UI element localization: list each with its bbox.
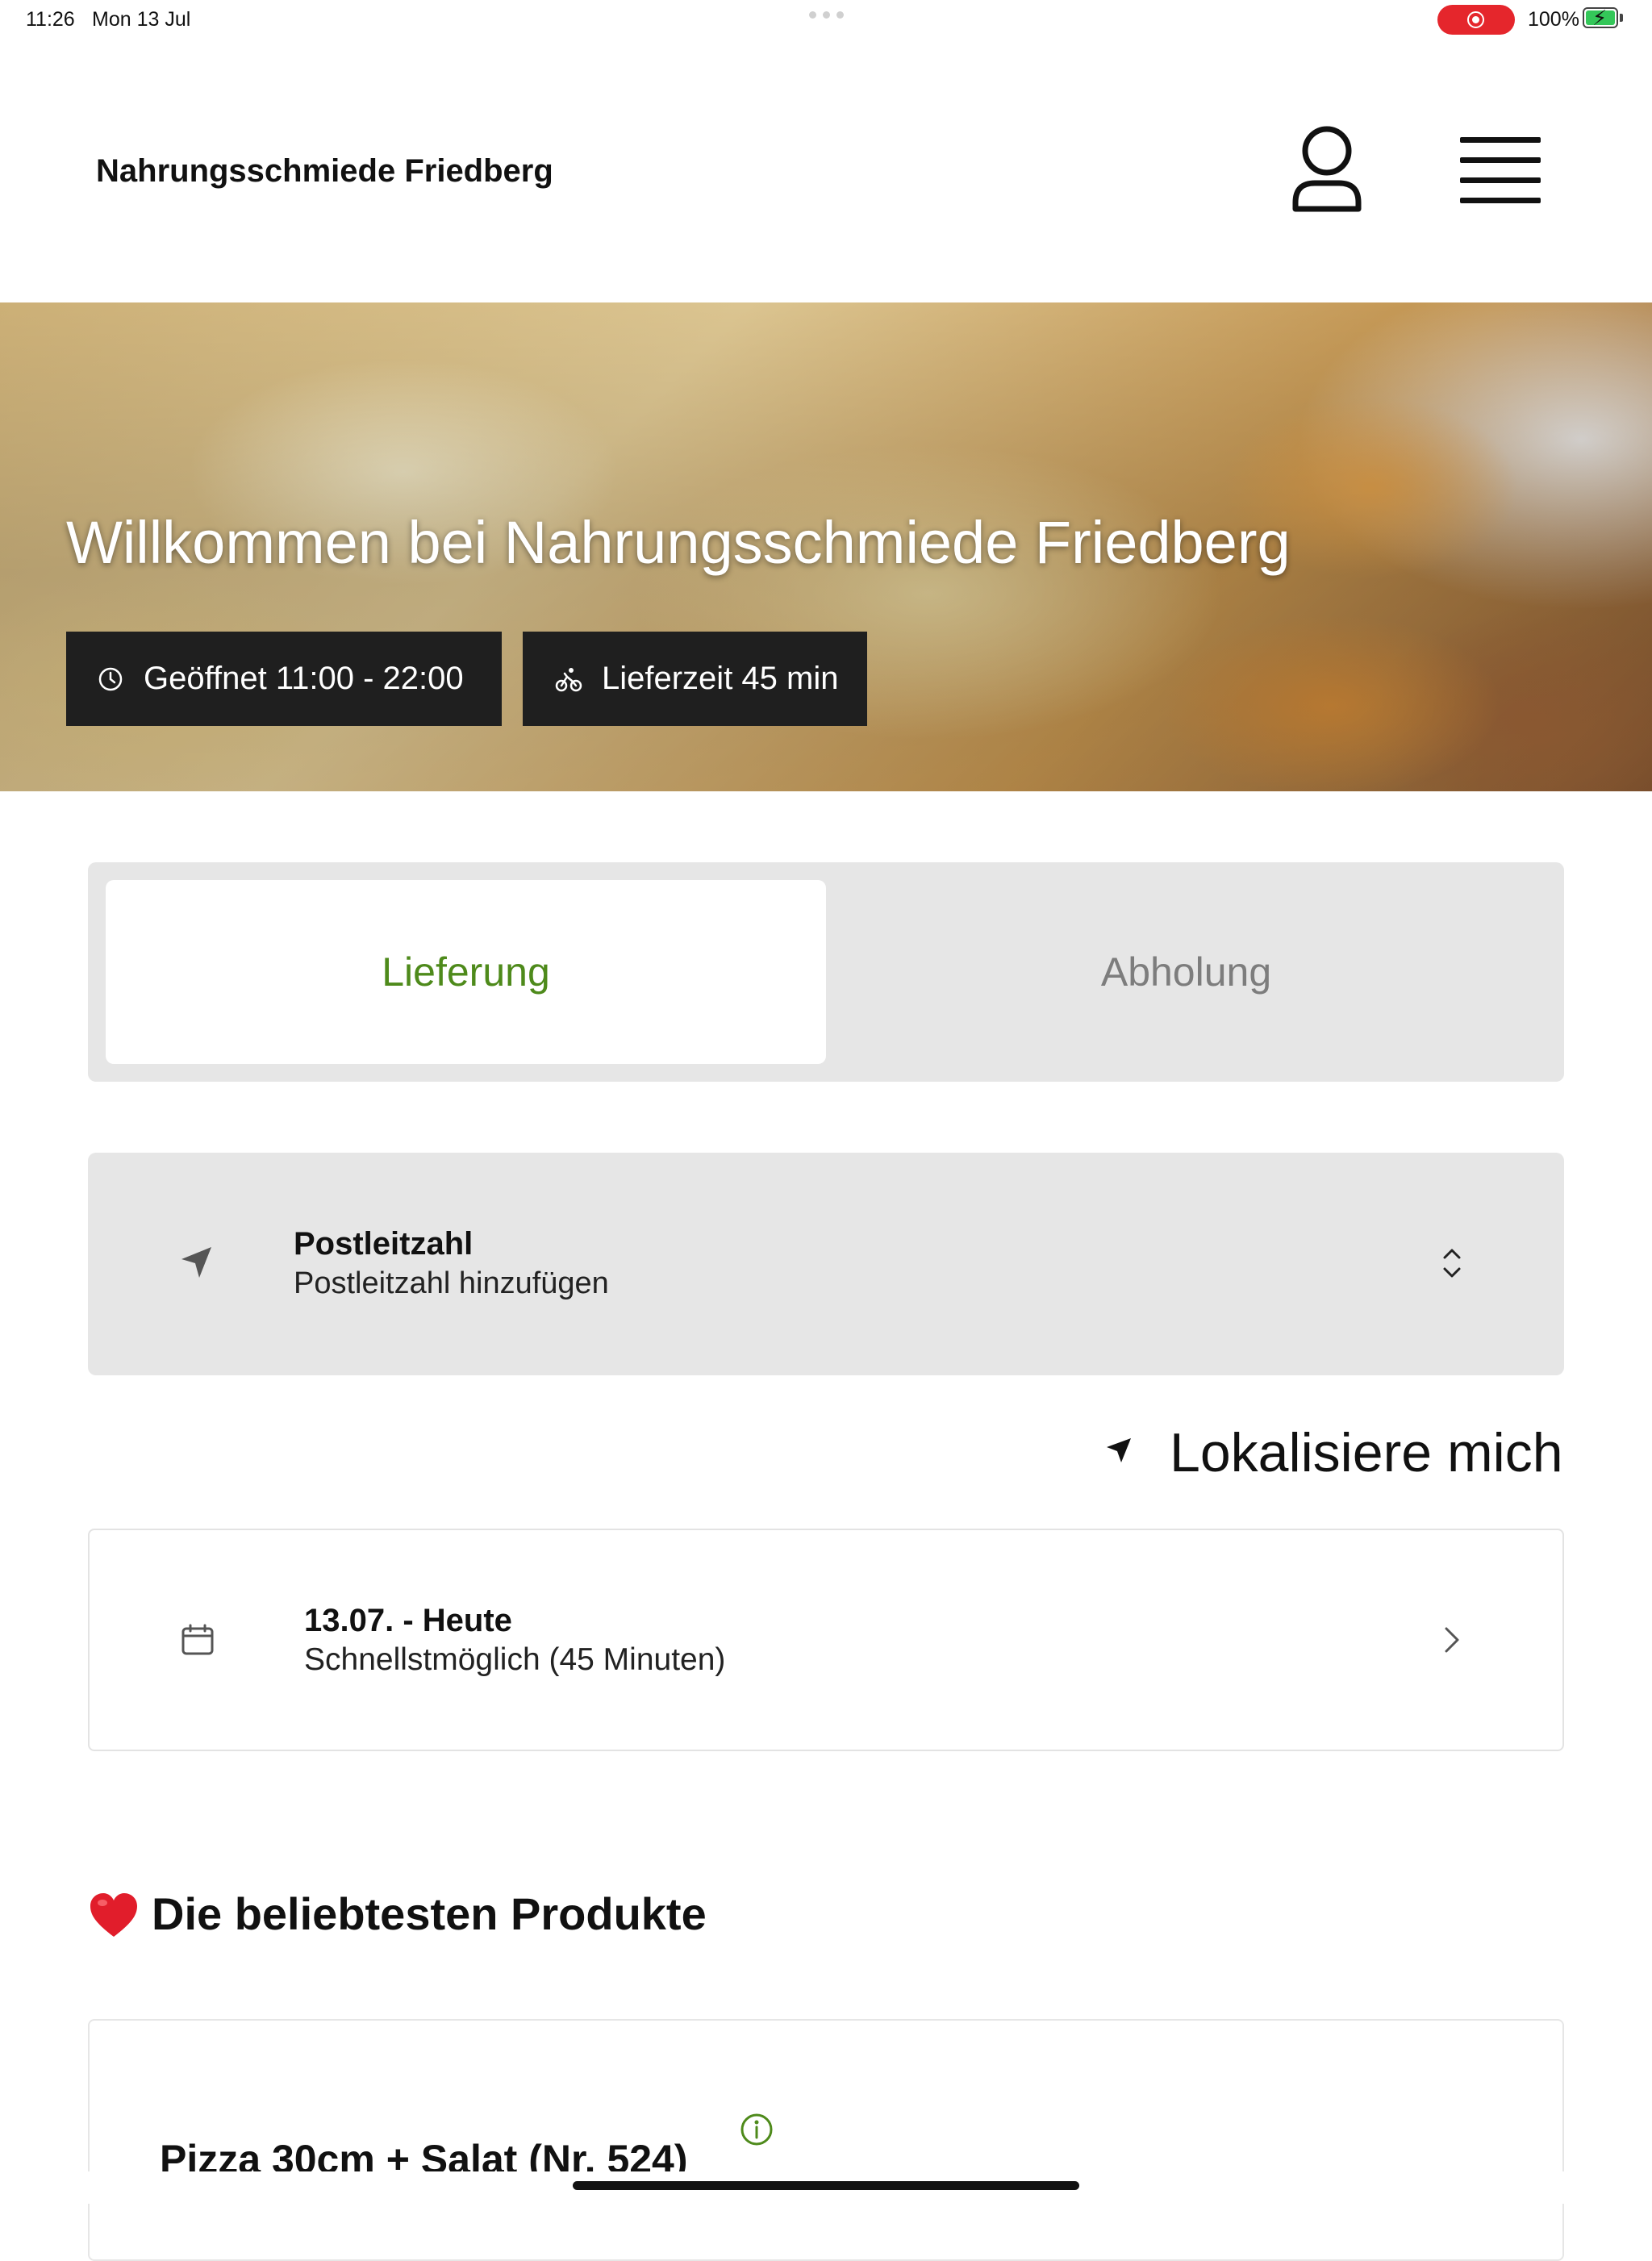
battery-icon: ⚡ [1583, 6, 1618, 30]
multitasking-dots-icon[interactable] [809, 11, 845, 19]
chevron-right-icon[interactable] [1442, 1625, 1462, 1658]
location-arrow-icon [179, 1245, 215, 1284]
heart-icon [89, 1892, 139, 1940]
calendar-icon [181, 1624, 215, 1660]
bicycle-icon [555, 667, 582, 691]
postal-code-selector[interactable] [88, 1153, 1564, 1375]
screen-recording-icon[interactable] [1437, 5, 1515, 35]
delivery-time-option: Schnellstmöglich (45 Minuten) [304, 1642, 726, 1677]
location-arrow-icon[interactable] [1105, 1437, 1133, 1468]
status-date: Mon 13 Jul [92, 8, 191, 31]
postal-code-label: Postleitzahl [294, 1226, 473, 1262]
menu-icon[interactable] [1460, 137, 1541, 205]
battery-percentage: 100% [1528, 8, 1579, 31]
delivery-date: 13.07. - Heute [304, 1603, 512, 1638]
postal-code-placeholder[interactable]: Postleitzahl hinzufügen [294, 1266, 609, 1301]
hero-title: Willkommen bei Nahrungsschmiede Friedber… [66, 509, 1291, 576]
delivery-time-selector[interactable] [88, 1529, 1564, 1751]
home-indicator[interactable] [573, 2181, 1079, 2190]
locate-me-button[interactable]: Lokalisiere mich [1170, 1421, 1563, 1484]
section-title: Die beliebtesten Produkte [152, 1888, 707, 1939]
opening-hours-text: Geöffnet 11:00 - 22:00 [144, 661, 464, 696]
tab-lieferung[interactable]: Lieferung [106, 880, 826, 1064]
restaurant-name[interactable]: Nahrungsschmiede Friedberg [96, 153, 553, 190]
opening-hours-badge: Geöffnet 11:00 - 22:00 [66, 632, 502, 726]
tab-abholung[interactable]: Abholung [826, 880, 1546, 1064]
delivery-time-badge: Lieferzeit 45 min [523, 632, 867, 726]
hero-banner: Willkommen bei Nahrungsschmiede Friedber… [0, 302, 1652, 791]
info-icon[interactable] [739, 2112, 774, 2151]
status-time: 11:26 [26, 8, 75, 31]
delivery-time-text: Lieferzeit 45 min [602, 661, 839, 696]
clock-icon [98, 667, 123, 690]
chevron-up-down-icon[interactable] [1441, 1246, 1463, 1284]
battery-tip [1620, 14, 1623, 22]
user-icon[interactable] [1291, 125, 1363, 214]
